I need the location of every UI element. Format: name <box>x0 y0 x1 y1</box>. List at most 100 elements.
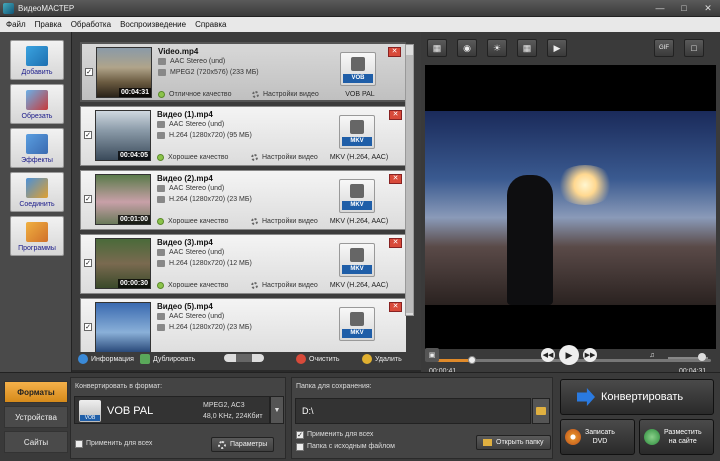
file-name: Видео (3).mp4 <box>157 238 213 247</box>
row-checkbox[interactable]: ✓ <box>84 259 92 267</box>
format-badge: MKV <box>342 201 372 210</box>
tab-formats[interactable]: Форматы <box>4 381 68 403</box>
row-checkbox[interactable]: ✓ <box>84 131 92 139</box>
film-icon[interactable]: ▦ <box>517 39 537 57</box>
view-toggle[interactable] <box>224 354 267 362</box>
crop-icon[interactable]: ▦ <box>427 39 447 57</box>
close-icon[interactable]: ✕ <box>696 0 720 17</box>
file-row[interactable]: ✓ 00:01:00 Видео (2).mp4 AAC Stereo (und… <box>80 170 406 230</box>
view-toggle-icon <box>224 354 264 362</box>
output-format-button[interactable]: VOB <box>340 52 376 86</box>
volume-icon[interactable]: ♫ <box>645 348 659 362</box>
speed-icon[interactable]: ▶ <box>547 39 567 57</box>
menu-process[interactable]: Обработка <box>71 20 111 29</box>
remove-file-button[interactable]: ✕ <box>389 302 402 312</box>
browse-folder-button[interactable] <box>532 398 550 424</box>
output-format-button[interactable]: MKV <box>339 307 375 341</box>
delete-icon <box>362 354 372 364</box>
scrollbar-thumb[interactable] <box>406 55 413 313</box>
convert-button[interactable]: Конвертировать <box>560 379 714 415</box>
output-format-button[interactable]: MKV <box>339 179 375 213</box>
format-selector[interactable]: VOB VOB PAL MPEG2, AC3 48,0 KHz, 224Кбит <box>74 396 270 424</box>
camera-icon <box>350 248 364 262</box>
publish-button[interactable]: Разместить на сайте <box>639 419 714 455</box>
output-format-button[interactable]: MKV <box>339 115 375 149</box>
chevron-down-icon[interactable]: ▼ <box>270 396 284 424</box>
menu-file[interactable]: Файл <box>6 20 26 29</box>
save-folder-panel: Папка для сохранения: D:\ ✓ Применить дл… <box>291 377 553 459</box>
quality-indicator[interactable]: Хорошее качество <box>157 154 228 161</box>
publish-label: Разместить на сайте <box>664 428 702 446</box>
effects-button[interactable]: Эффекты <box>10 128 64 168</box>
cut-button[interactable]: Обрезать <box>10 84 64 124</box>
format-badge: VOB <box>343 74 373 83</box>
info-button[interactable]: Информация <box>78 354 134 364</box>
file-name: Video.mp4 <box>158 47 199 56</box>
video-settings-link[interactable]: Настройки видео <box>252 91 319 98</box>
join-button[interactable]: Соединить <box>10 172 64 212</box>
save-path-field[interactable]: D:\ <box>295 398 531 424</box>
brightness-icon[interactable]: ☀ <box>487 39 507 57</box>
add-button[interactable]: Добавить <box>10 40 64 80</box>
quality-indicator[interactable]: Хорошее качество <box>157 282 228 289</box>
maximize-icon[interactable]: □ <box>672 0 696 17</box>
remove-file-button[interactable]: ✕ <box>389 238 402 248</box>
folder-icon <box>483 439 492 446</box>
open-folder-button[interactable]: Открыть папку <box>476 435 551 450</box>
gif-icon[interactable]: GIF <box>654 39 674 57</box>
play-button[interactable]: ▶ <box>559 345 579 365</box>
parameters-button[interactable]: Параметры <box>211 437 275 452</box>
camera-icon <box>350 184 364 198</box>
fullscreen-icon[interactable]: □ <box>684 39 704 57</box>
row-checkbox[interactable]: ✓ <box>84 323 92 331</box>
film-icon <box>158 69 166 76</box>
duplicate-button[interactable]: Дублировать <box>140 354 195 364</box>
apply-all-format-checkbox[interactable] <box>75 440 83 448</box>
volume-handle[interactable] <box>698 353 706 361</box>
file-row[interactable]: ✓ Видео (5).mp4 AAC Stereo (und) H.264 (… <box>80 298 406 352</box>
minimize-icon[interactable]: — <box>648 0 672 17</box>
menu-edit[interactable]: Правка <box>35 20 62 29</box>
next-frame-button[interactable]: ▶▶ <box>583 348 597 362</box>
quality-indicator[interactable]: Отличное качество <box>158 91 231 98</box>
row-checkbox[interactable]: ✓ <box>85 68 93 76</box>
video-settings-link[interactable]: Настройки видео <box>251 218 318 225</box>
video-text: H.264 (1280x720) (12 МБ) <box>169 260 252 267</box>
source-folder-checkbox[interactable] <box>296 443 304 451</box>
menu-help[interactable]: Справка <box>195 20 226 29</box>
output-format-button[interactable]: MKV <box>339 243 375 277</box>
row-checkbox[interactable]: ✓ <box>84 195 92 203</box>
video-preview[interactable] <box>425 65 716 349</box>
format-label: MKV (H.264, AAC) <box>329 154 389 161</box>
remove-file-button[interactable]: ✕ <box>389 110 402 120</box>
info-label: Информация <box>91 355 134 363</box>
quality-indicator[interactable]: Хорошее качество <box>157 218 228 225</box>
snapshot-icon[interactable]: ◉ <box>457 39 477 57</box>
burn-dvd-button[interactable]: Записать DVD <box>560 419 635 455</box>
programs-button[interactable]: Программы <box>10 216 64 256</box>
file-row[interactable]: ✓ 00:00:30 Видео (3).mp4 AAC Stereo (und… <box>80 234 406 294</box>
remove-file-button[interactable]: ✕ <box>389 174 402 184</box>
menu-playback[interactable]: Воспроизведение <box>120 20 186 29</box>
upload-icon <box>644 429 660 445</box>
video-settings-link[interactable]: Настройки видео <box>251 154 318 161</box>
apply-all-folder-checkbox[interactable]: ✓ <box>296 431 304 439</box>
burn-dvd-line1: Записать <box>585 429 615 436</box>
effects-label: Эффекты <box>21 157 53 164</box>
convert-format-panel: Конвертировать в формат: VOB VOB PAL MPE… <box>70 377 286 459</box>
file-row[interactable]: ✓ 00:04:05 Видео (1).mp4 AAC Stereo (und… <box>80 106 406 166</box>
app-logo-icon <box>3 2 14 14</box>
file-list-scrollbar[interactable] <box>405 44 414 316</box>
tab-devices[interactable]: Устройства <box>4 406 68 428</box>
delete-button[interactable]: Удалить <box>362 354 402 364</box>
snapshot-button[interactable]: ▣ <box>425 348 439 362</box>
previous-frame-button[interactable]: ◀◀ <box>541 348 555 362</box>
clear-button[interactable]: Очистить <box>296 354 339 364</box>
title-bar: ВидеоМАСТЕР — □ ✕ <box>0 0 720 17</box>
file-row[interactable]: ✓ 00:04:31 Video.mp4 AAC Stereo (und) MP… <box>80 42 406 102</box>
tab-sites[interactable]: Сайты <box>4 431 68 453</box>
video-settings-link[interactable]: Настройки видео <box>251 282 318 289</box>
duration-label: 00:01:00 <box>117 215 150 224</box>
convert-heading: Конвертировать в формат: <box>75 383 163 390</box>
remove-file-button[interactable]: ✕ <box>388 47 401 57</box>
